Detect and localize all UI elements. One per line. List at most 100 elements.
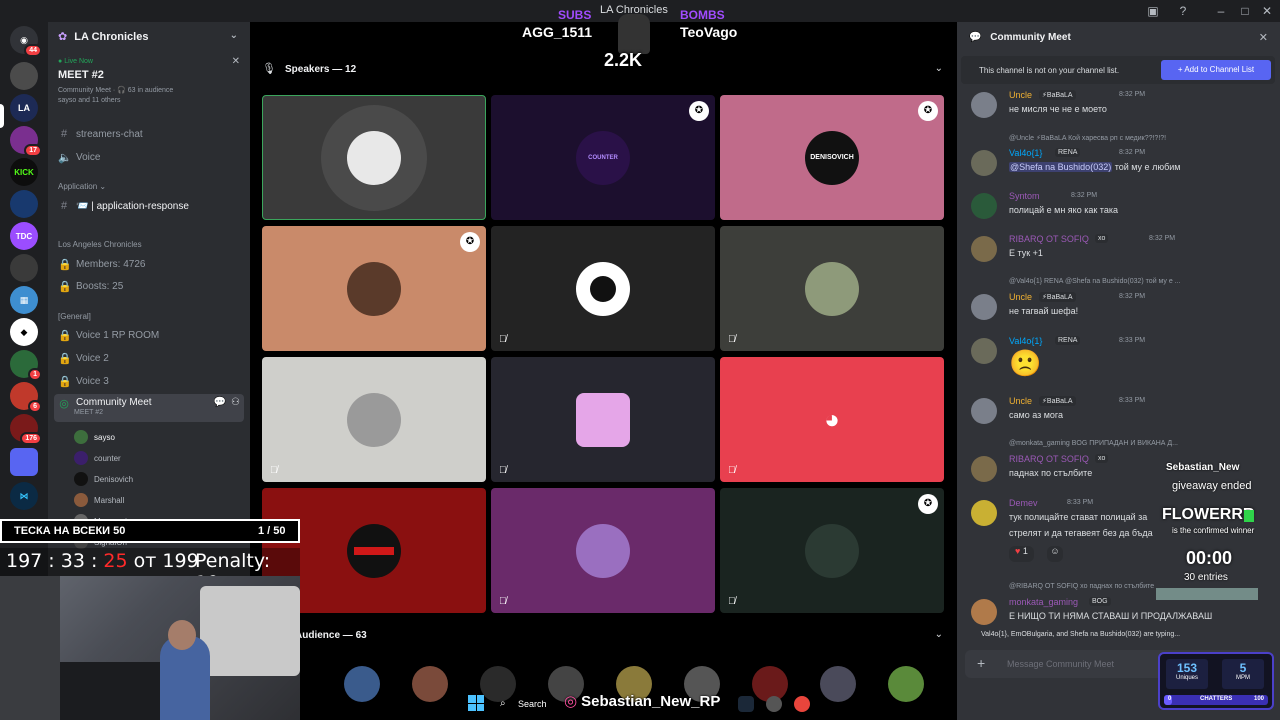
moderator-icon: ✪ xyxy=(689,101,709,121)
avatar xyxy=(576,523,630,578)
avatar-eyes xyxy=(354,546,394,555)
channel-voice[interactable]: 🔈 Voice xyxy=(58,147,244,167)
overlay-count: 2.2K xyxy=(604,50,643,70)
speaker-tile[interactable]: COUNTER ✪ xyxy=(491,95,715,220)
app-icon[interactable] xyxy=(766,696,782,712)
category-application[interactable]: Application ⌄ xyxy=(58,182,106,191)
close-icon[interactable]: ✕ xyxy=(1259,31,1268,44)
avatar[interactable] xyxy=(971,338,997,364)
server-icon[interactable]: 6 xyxy=(10,382,42,413)
add-to-channel-list-button[interactable]: + Add to Channel List xyxy=(1161,60,1271,80)
channel-members-count[interactable]: 🔒 Members: 4726 xyxy=(58,254,244,274)
category-los-angeles-chronicles[interactable]: Los Angeles Chronicles xyxy=(58,240,142,249)
add-attachment-button[interactable]: + xyxy=(977,655,985,671)
speaker-tile[interactable]: 🎙̸ xyxy=(491,357,715,482)
avatar xyxy=(347,523,401,578)
user-mention[interactable]: @Shefa na Bushido(032) xyxy=(1009,162,1113,172)
live-event-card[interactable]: ● Live Now MEET #2 Community Meet · 🎧 63… xyxy=(54,54,244,118)
taskbar-search[interactable]: ⌕ Search xyxy=(496,694,554,714)
server-icon[interactable]: 1 xyxy=(10,350,42,381)
reply-preview[interactable]: @monkata_gaming BOG ПРИПАДАН И ВИКАНА Д.… xyxy=(1009,440,1178,447)
category-general[interactable]: [General] xyxy=(58,312,91,321)
channel-voice-2[interactable]: 🔒 Voice 2 xyxy=(58,348,244,368)
channel-voice-3[interactable]: 🔒 Voice 3 xyxy=(58,371,244,391)
audience-avatar[interactable] xyxy=(412,666,448,702)
event-title: MEET #2 xyxy=(58,69,104,81)
server-icon[interactable] xyxy=(10,62,38,90)
speaker-tile[interactable]: DENISOVICH ✪ xyxy=(720,95,944,220)
avatar[interactable] xyxy=(971,193,997,219)
avatar[interactable] xyxy=(971,398,997,424)
chat-stats-widget: 153 Uniques 5 MPM 0 CHATTERS 100 xyxy=(1158,652,1274,710)
channel-application-response[interactable]: # 📨 | application-response xyxy=(58,196,244,216)
channel-streamers-chat[interactable]: # streamers-chat xyxy=(58,124,244,144)
voice-user[interactable]: sayso xyxy=(74,430,115,444)
shield-icon: ✿ xyxy=(58,31,68,43)
avatar: DENISOVICH xyxy=(805,130,859,185)
minimize-button[interactable]: – xyxy=(1212,2,1230,20)
avatar[interactable] xyxy=(971,236,997,262)
add-reaction-icon[interactable]: ☺ xyxy=(1047,546,1063,562)
chat-bubble-icon[interactable]: 💬 xyxy=(214,397,226,408)
server-header[interactable]: ✿ LA Chronicles ⌄ xyxy=(48,22,250,52)
speaker-tile[interactable]: ✪ 🎙̸ xyxy=(720,488,944,613)
avatar xyxy=(74,493,88,507)
speaker-tile[interactable]: ✪ xyxy=(262,226,486,351)
audience-header[interactable]: Audience — 63 ⌄ xyxy=(250,626,957,646)
server-folder[interactable]: ▦ xyxy=(10,286,38,314)
speaker-tile[interactable]: 🎙̸ xyxy=(720,226,944,351)
add-user-icon[interactable]: ⚇ xyxy=(231,397,240,408)
close-icon[interactable]: ✕ xyxy=(232,56,240,67)
inbox-icon[interactable]: ▣ xyxy=(1144,2,1162,20)
maximize-button[interactable]: □ xyxy=(1236,2,1254,20)
reply-preview[interactable]: @RIBARQ OT SOFIQ xo паднах по стълбите xyxy=(1009,583,1154,590)
audience-avatar[interactable] xyxy=(344,666,380,702)
avatar[interactable] xyxy=(971,150,997,176)
server-icon[interactable] xyxy=(10,190,38,218)
voice-user[interactable]: Marshall xyxy=(74,493,124,507)
webcam-door xyxy=(0,576,60,720)
server-icon[interactable] xyxy=(10,254,38,282)
audience-avatar[interactable] xyxy=(820,666,856,702)
search-icon: ⌕ xyxy=(500,698,506,709)
voice-user[interactable]: counter xyxy=(74,451,121,465)
chatters-progress: 0 CHATTERS 100 xyxy=(1164,695,1268,705)
reply-preview[interactable]: @Val4o{1} RENA @Shefa na Bushido(032) то… xyxy=(1009,278,1181,285)
avatar[interactable] xyxy=(971,456,997,482)
server-folder[interactable] xyxy=(10,448,38,476)
dm-home-button[interactable]: ◉ 44 xyxy=(10,26,42,57)
winner-status-marker xyxy=(1244,510,1254,522)
steam-icon[interactable] xyxy=(738,696,754,712)
overlay-user-left: AGG_1511 xyxy=(522,24,593,40)
channel-boosts-count[interactable]: 🔒 Boosts: 25 xyxy=(58,276,244,296)
voice-user[interactable]: Denisovich xyxy=(74,472,133,486)
avatar[interactable] xyxy=(971,294,997,320)
reaction-heart[interactable]: ♥ 1 xyxy=(1009,546,1034,562)
server-tdc[interactable]: TDC xyxy=(10,222,38,250)
taskbar: ⌕ Search ◎ Sebastian_New_RP xyxy=(460,690,820,718)
close-window-button[interactable]: ✕ xyxy=(1258,2,1276,20)
speaker-tile[interactable]: 🎙̸ xyxy=(491,226,715,351)
help-icon[interactable]: ? xyxy=(1174,2,1192,20)
channel-voice-1-rp-room[interactable]: 🔒 Voice 1 RP ROOM xyxy=(58,325,244,345)
speaker-tile[interactable] xyxy=(262,95,486,220)
audience-avatar[interactable] xyxy=(888,666,924,702)
hash-icon: # xyxy=(60,128,68,140)
server-icon[interactable]: ⋈ xyxy=(10,482,38,510)
chrome-icon[interactable] xyxy=(794,696,810,712)
channel-community-meet[interactable]: ◎ Community Meet MEET #2 💬 ⚇ xyxy=(54,394,244,422)
server-kick[interactable]: KICK xyxy=(10,158,38,186)
server-icon[interactable]: ◆ xyxy=(10,318,38,346)
avatar[interactable] xyxy=(971,92,997,118)
server-la-chronicles[interactable]: LA xyxy=(10,94,38,122)
muted-mic-icon: 🎙̸ xyxy=(499,465,507,476)
reply-preview[interactable]: @Uncle ⚡BaBaLA Кой харесва рп с медик??!… xyxy=(1009,134,1166,142)
speaker-tile[interactable]: 🎙̸ xyxy=(491,488,715,613)
windows-start-button[interactable] xyxy=(468,695,484,711)
avatar[interactable] xyxy=(971,500,997,526)
server-icon[interactable]: 176 xyxy=(10,414,42,445)
server-icon[interactable]: 17 xyxy=(10,126,42,157)
avatar[interactable] xyxy=(971,599,997,625)
speaker-tile[interactable]: ◕ 🎙̸ xyxy=(720,357,944,482)
speaker-tile[interactable]: 🎙̸ xyxy=(262,357,486,482)
